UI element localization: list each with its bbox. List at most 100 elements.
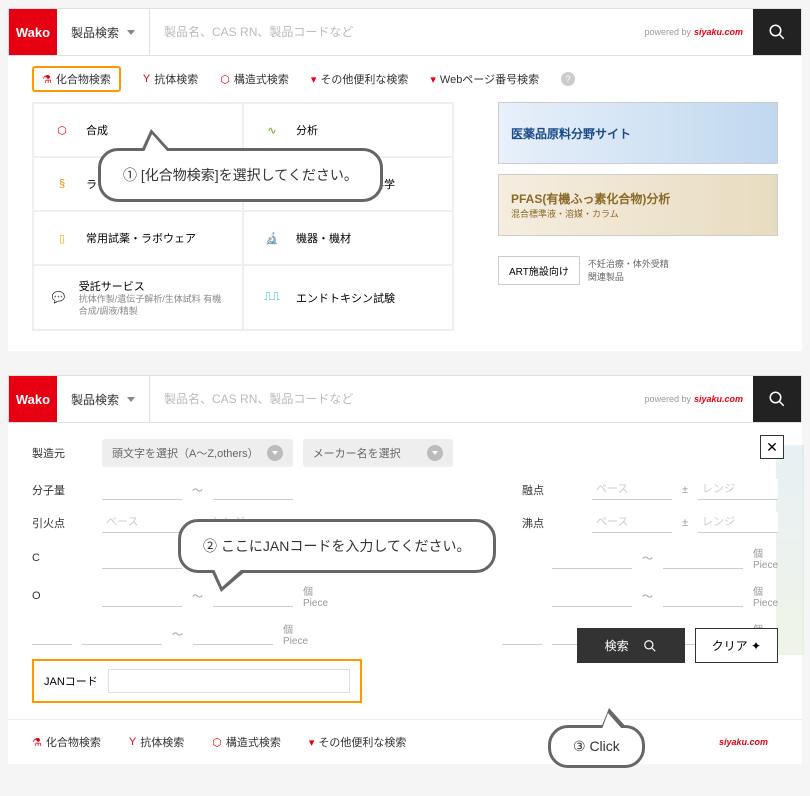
label-mw: 分子量 (32, 482, 92, 498)
close-button[interactable]: ✕ (760, 435, 784, 459)
y-elem[interactable] (502, 624, 542, 645)
flask-icon: ⚗ (32, 736, 42, 749)
label-o: O (32, 590, 92, 602)
chevron-down-icon (267, 445, 283, 461)
search-button[interactable] (753, 9, 801, 55)
powered-by: powered bysiyaku.com (634, 9, 753, 55)
mw-from[interactable] (102, 479, 182, 500)
chat-icon: 💬 (48, 284, 69, 312)
tab-structure[interactable]: ⬡構造式検索 (220, 71, 289, 87)
unit-piece: 個 Piece (753, 583, 778, 609)
chevron-down-icon: ▾ (309, 736, 315, 749)
x-elem[interactable] (32, 624, 72, 645)
help-icon[interactable]: ? (561, 72, 575, 86)
label-mp: 融点 (522, 482, 582, 498)
mp-range[interactable] (698, 479, 778, 500)
banner-pfas[interactable]: PFAS(有機ふっ素化合物)分析混合標準液・溶媒・カラム (498, 174, 778, 236)
panel-bottom: Wako 製品検索 powered bysiyaku.com ✕ 製造元 頭文字… (8, 375, 802, 764)
cat-endo[interactable]: ⎍⎍エンドトキシン試験 (243, 265, 453, 330)
maker-initial-select[interactable]: 頭文字を選択（A～Z,others） (102, 439, 293, 467)
search-category-select[interactable]: 製品検索 (57, 376, 150, 422)
antibody-icon: Y (143, 73, 150, 85)
bottle-icon: ▯ (48, 224, 76, 252)
callout-2: ② ここにJANコードを入力してください。 (178, 519, 496, 573)
unit-piece: 個 Piece (753, 545, 778, 571)
flash-base[interactable] (102, 512, 182, 533)
n-to[interactable] (663, 548, 743, 569)
c-from[interactable] (102, 548, 182, 569)
search-button[interactable] (753, 376, 801, 422)
top-search-bar-2: Wako 製品検索 powered bysiyaku.com (8, 375, 802, 423)
bottom-tabs: ⚗化合物検索 Y抗体検索 ⬡構造式検索 ▾その他便利な検索 siyaku.com (8, 719, 802, 764)
tab-compound[interactable]: ⚗化合物検索 (32, 734, 101, 750)
chevron-down-icon: ▾ (311, 73, 317, 86)
chevron-down-icon (127, 30, 135, 35)
search-category-label: 製品検索 (71, 24, 119, 41)
n-from[interactable] (552, 548, 632, 569)
tab-other[interactable]: ▾その他便利な検索 (309, 734, 407, 750)
x-to[interactable] (193, 624, 273, 645)
search-input[interactable] (150, 9, 634, 55)
tab-compound[interactable]: ⚗化合物検索 (32, 66, 121, 92)
s-from[interactable] (552, 586, 632, 607)
tube-icon: ⎍⎍ (258, 284, 286, 312)
tab-other[interactable]: ▾その他便利な検索 (311, 71, 409, 87)
powered-by: powered bysiyaku.com (634, 376, 753, 422)
unit-piece: 個 Piece (303, 583, 328, 609)
search-icon (643, 639, 657, 653)
dna-icon: § (48, 170, 76, 198)
callout-3: ③ Click (548, 725, 645, 768)
s-to[interactable] (663, 586, 743, 607)
jan-input[interactable] (108, 669, 350, 693)
search-input[interactable] (150, 376, 634, 422)
structure-icon: ⬡ (220, 73, 230, 86)
label-flash: 引火点 (32, 515, 92, 531)
search-tabs: ⚗化合物検索 Y抗体検索 ⬡構造式検索 ▾その他便利な検索 ▾Webページ番号検… (8, 56, 802, 102)
chevron-down-icon (427, 445, 443, 461)
label-c: C (32, 552, 92, 564)
art-side-text: 不妊治療・体外受精 関連製品 (588, 257, 669, 283)
action-buttons: 検索 クリア ✦ (577, 628, 778, 663)
label-bp: 沸点 (522, 515, 582, 531)
banner-art: ART施設向け 不妊治療・体外受精 関連製品 (498, 246, 778, 294)
mw-to[interactable] (213, 479, 293, 500)
search-category-select[interactable]: 製品検索 (57, 9, 150, 55)
search-icon (768, 23, 786, 41)
cat-kiki[interactable]: 🔬機器・機材 (243, 211, 453, 265)
maker-name-select[interactable]: メーカー名を選択 (303, 439, 453, 467)
search-submit-button[interactable]: 検索 (577, 628, 685, 663)
tab-webpage[interactable]: ▾Webページ番号検索 (430, 71, 539, 87)
cat-shiyaku[interactable]: ▯常用試薬・ラボウェア (33, 211, 243, 265)
mp-base[interactable] (592, 479, 672, 500)
label-maker: 製造元 (32, 445, 92, 461)
bp-range[interactable] (698, 512, 778, 533)
label-jan: JANコード (44, 673, 98, 689)
benzene-icon: ⬡ (48, 116, 76, 144)
wako-logo: Wako (9, 376, 57, 422)
category-area: ⬡合成 ∿分析 §ライフサイエンス ◐装置診断・細胞科学 ▯常用試薬・ラボウェア… (8, 102, 802, 351)
chevron-down-icon: ▾ (430, 73, 436, 86)
o-from[interactable] (102, 586, 182, 607)
art-button[interactable]: ART施設向け (498, 256, 580, 285)
wave-icon: ∿ (258, 116, 286, 144)
unit-piece: 個 Piece (283, 621, 308, 647)
cat-jutaku[interactable]: 💬受託サービス抗体作製/遺伝子解析/生体試料 有機合成/調液/精製 (33, 265, 243, 330)
callout-1: ① [化合物検索]を選択してください。 (98, 148, 383, 202)
banner-pharma[interactable]: 医薬品原料分野サイト (498, 102, 778, 164)
jan-code-row: JANコード (32, 659, 362, 703)
clear-button[interactable]: クリア ✦ (695, 628, 778, 663)
tab-antibody[interactable]: Y抗体検索 (129, 734, 184, 750)
x-from[interactable] (82, 624, 162, 645)
top-search-bar: Wako 製品検索 powered bysiyaku.com (8, 8, 802, 56)
structure-icon: ⬡ (212, 736, 222, 749)
microscope-icon: 🔬 (258, 224, 286, 252)
powered-by: siyaku.com (706, 737, 778, 747)
flask-icon: ⚗ (42, 73, 52, 86)
tab-antibody[interactable]: Y抗体検索 (143, 71, 198, 87)
bp-base[interactable] (592, 512, 672, 533)
advanced-search-form: ✕ 製造元 頭文字を選択（A～Z,others） メーカー名を選択 分子量 ～ … (8, 423, 802, 719)
wako-logo: Wako (9, 9, 57, 55)
category-grid: ⬡合成 ∿分析 §ライフサイエンス ◐装置診断・細胞科学 ▯常用試薬・ラボウェア… (32, 102, 454, 331)
search-icon (768, 390, 786, 408)
tab-structure[interactable]: ⬡構造式検索 (212, 734, 281, 750)
